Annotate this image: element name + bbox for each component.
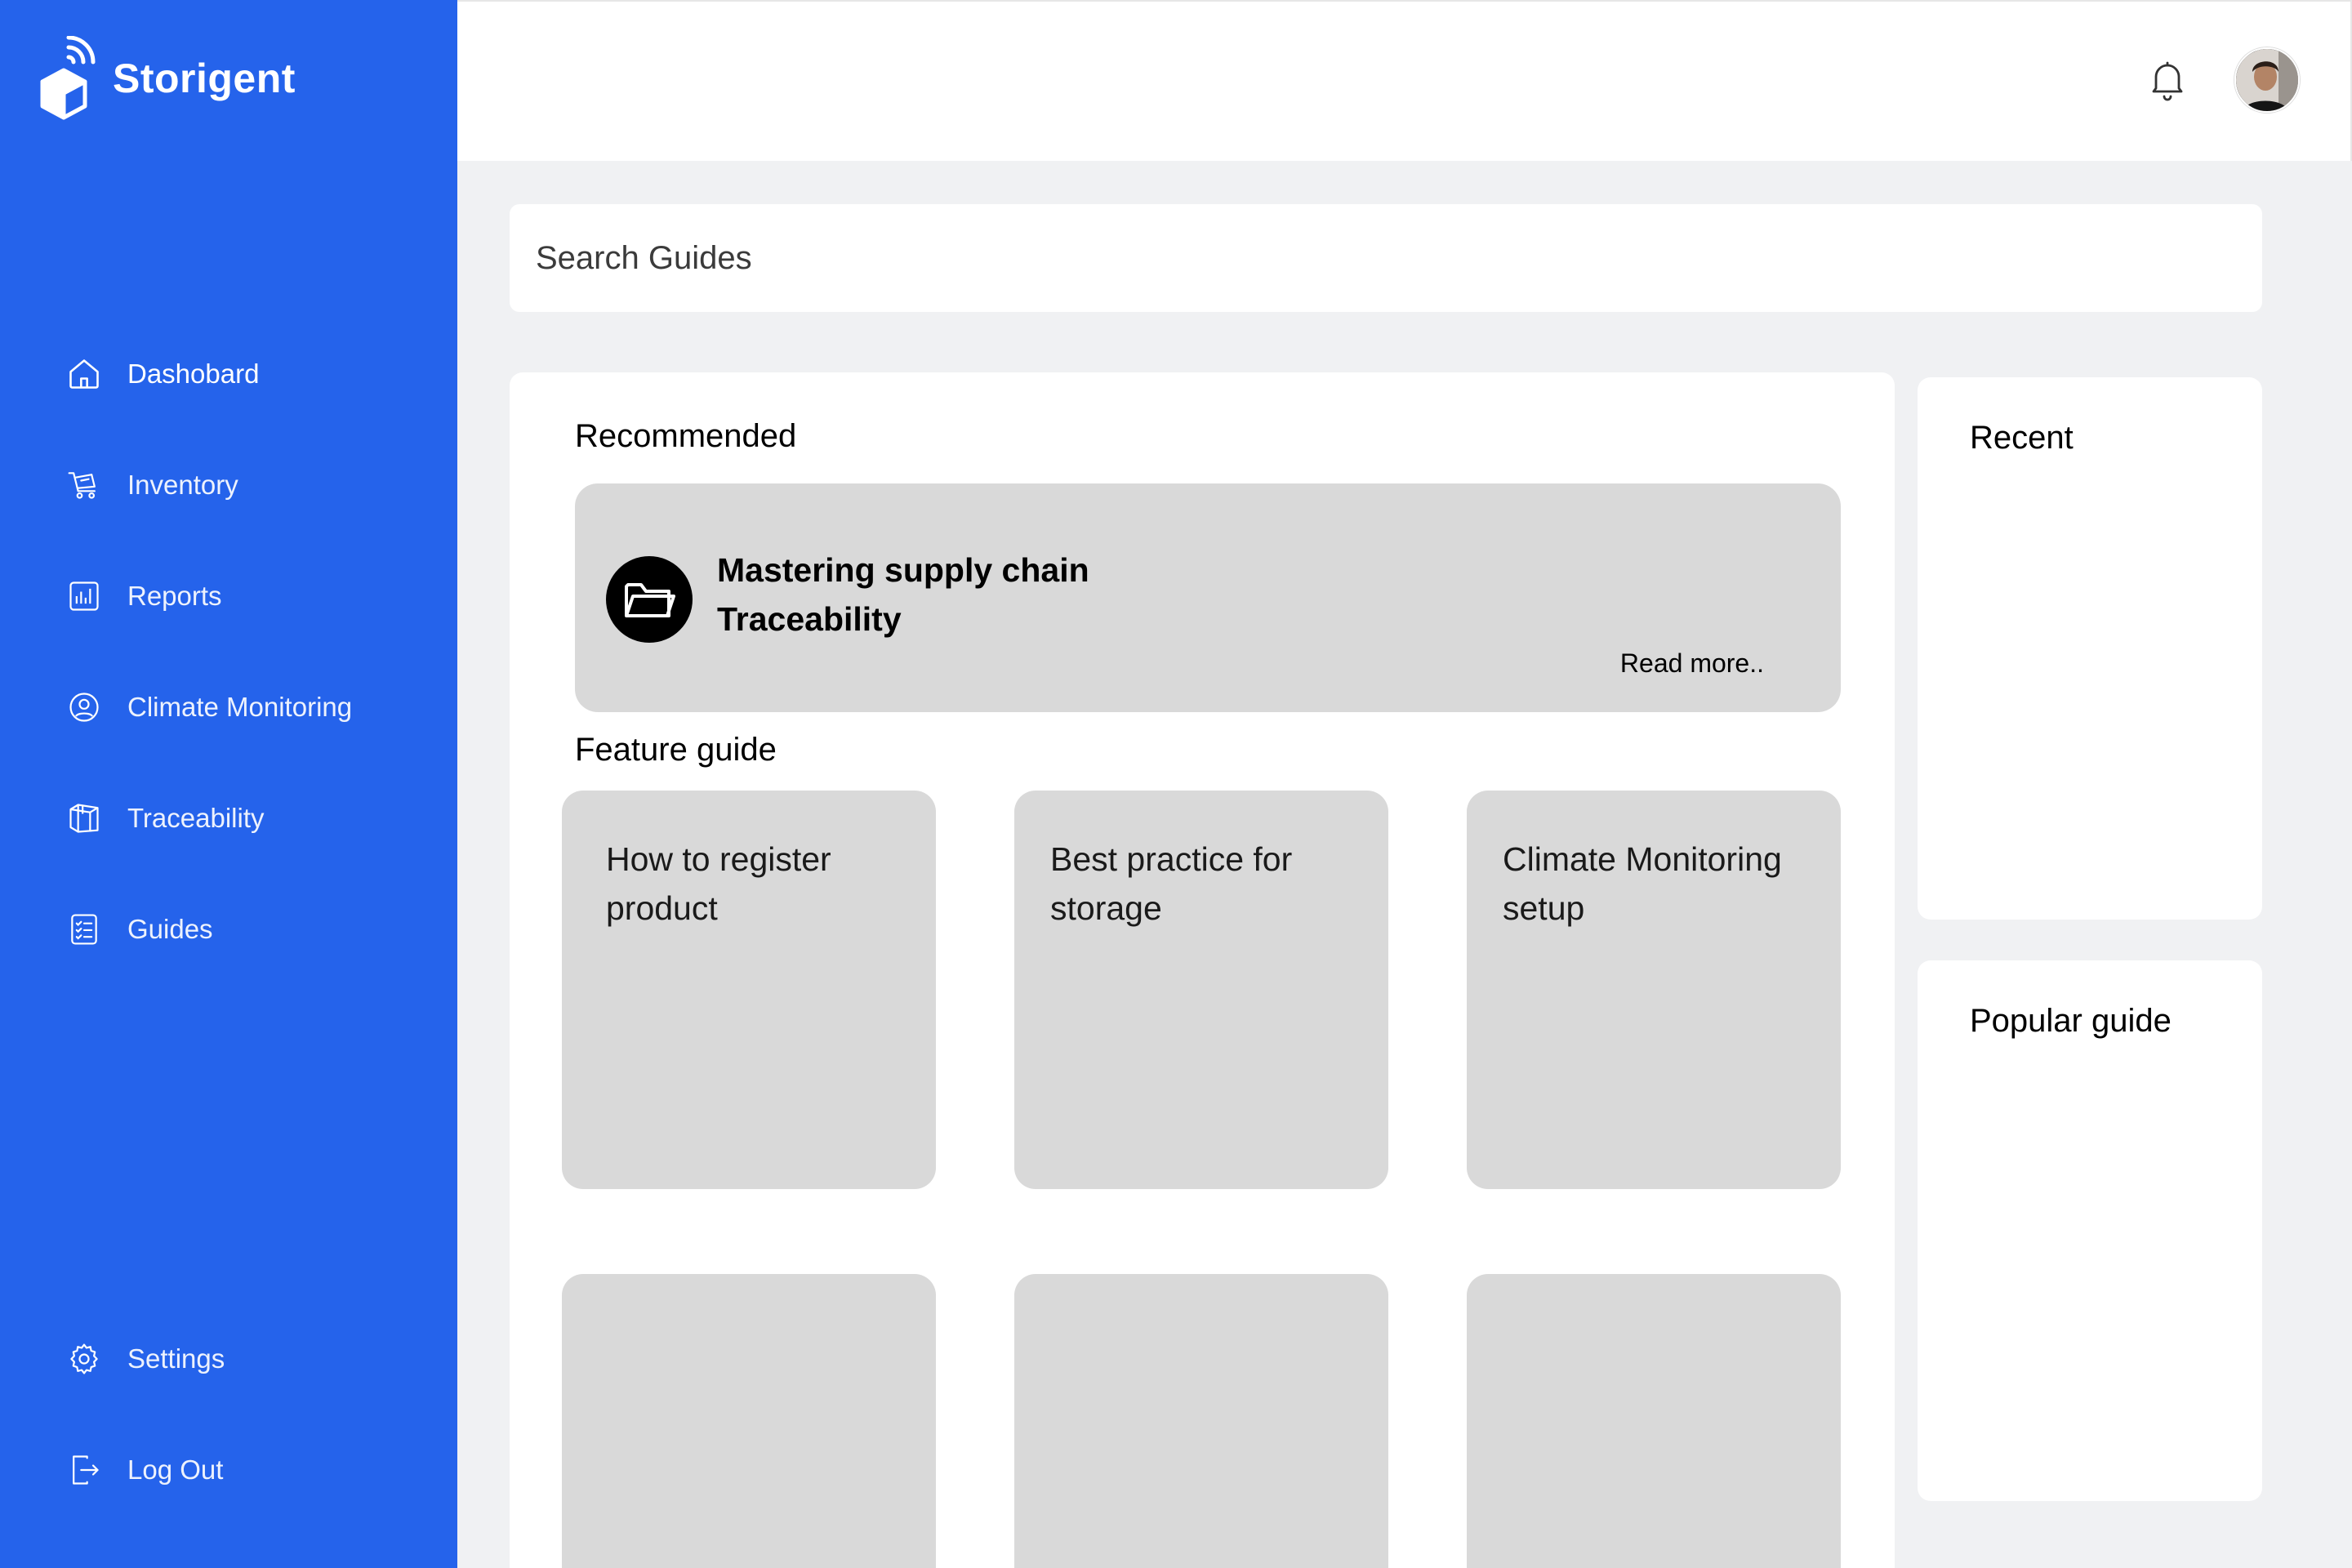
feature-guide-card[interactable]: Best practice for storage: [1014, 791, 1388, 1189]
recommended-title-line1: Mastering supply chain: [717, 551, 1089, 589]
feature-guide-title-line1: How to register: [606, 840, 831, 878]
recommended-title-line2: Traceability: [717, 600, 902, 638]
bar-chart-icon: [65, 577, 103, 615]
search-bar: [510, 204, 2262, 312]
feature-guide-title-line1: Climate Monitoring: [1503, 840, 1782, 878]
sidebar-item-label: Dashobard: [127, 359, 260, 389]
user-avatar[interactable]: [2234, 47, 2300, 113]
sidebar-item-climate-monitoring[interactable]: Climate Monitoring: [65, 683, 352, 732]
sidebar-item-label: Reports: [127, 581, 222, 611]
popular-guide-panel: Popular guide: [1918, 960, 2262, 1501]
sidebar-item-reports[interactable]: Reports: [65, 572, 222, 621]
user-circle-icon: [65, 688, 103, 726]
logout-icon: [65, 1451, 103, 1489]
feature-guide-heading: Feature guide: [575, 732, 777, 768]
bell-icon[interactable]: [2148, 59, 2187, 103]
feature-guide-card[interactable]: Climate Monitoring setup: [1467, 791, 1841, 1189]
brand-name: Storigent: [113, 56, 296, 101]
popular-guide-title: Popular guide: [1970, 1003, 2172, 1039]
sidebar-item-label: Traceability: [127, 803, 265, 833]
home-icon: [65, 355, 103, 393]
sidebar-item-traceability[interactable]: Traceability: [65, 794, 265, 843]
feature-guide-title-line2: product: [606, 889, 718, 927]
recommended-heading: Recommended: [575, 418, 797, 454]
feature-guide-title: How to register product: [606, 835, 916, 933]
sidebar-item-logout[interactable]: Log Out: [65, 1446, 223, 1494]
checklist-icon: [65, 911, 103, 948]
read-more-link[interactable]: Read more..: [1620, 648, 1764, 679]
folder-icon: [606, 556, 693, 643]
sidebar-item-settings[interactable]: Settings: [65, 1334, 225, 1383]
feature-guide-title-line2: storage: [1050, 889, 1162, 927]
sidebar-item-label: Log Out: [127, 1454, 224, 1485]
feature-guide-title-line2: setup: [1503, 889, 1585, 927]
cart-icon: [65, 466, 103, 504]
top-bar: [457, 0, 2352, 161]
sidebar: Storigent Dashobard Inventory Reports Cl…: [0, 0, 457, 1568]
sidebar-item-dashboard[interactable]: Dashobard: [65, 350, 259, 399]
feature-guide-title: Climate Monitoring setup: [1503, 835, 1829, 933]
feature-guide-card[interactable]: How to register product: [562, 791, 936, 1189]
sidebar-item-label: Inventory: [127, 470, 238, 500]
feature-guide-card-placeholder[interactable]: [562, 1274, 936, 1568]
brand-logo[interactable]: Storigent: [36, 36, 296, 121]
feature-guide-card-placeholder[interactable]: [1467, 1274, 1841, 1568]
storigent-logo-icon: [40, 36, 96, 120]
recent-title: Recent: [1970, 420, 2074, 456]
feature-guide-title: Best practice for storage: [1050, 835, 1361, 933]
feature-guide-card-placeholder[interactable]: [1014, 1274, 1388, 1568]
recent-panel: Recent: [1918, 377, 2262, 920]
sidebar-item-inventory[interactable]: Inventory: [65, 461, 238, 510]
sidebar-item-label: Climate Monitoring: [127, 692, 353, 722]
sidebar-item-guides[interactable]: Guides: [65, 905, 213, 954]
search-input[interactable]: [536, 204, 2262, 312]
feature-guide-title-line1: Best practice for: [1050, 840, 1293, 878]
recommended-title: Mastering supply chain Traceability: [717, 546, 1289, 644]
sidebar-item-label: Guides: [127, 914, 213, 944]
sidebar-item-label: Settings: [127, 1343, 225, 1374]
recommended-card[interactable]: Mastering supply chain Traceability Read…: [575, 483, 1841, 712]
box-icon: [65, 800, 103, 837]
gear-icon: [65, 1340, 103, 1378]
